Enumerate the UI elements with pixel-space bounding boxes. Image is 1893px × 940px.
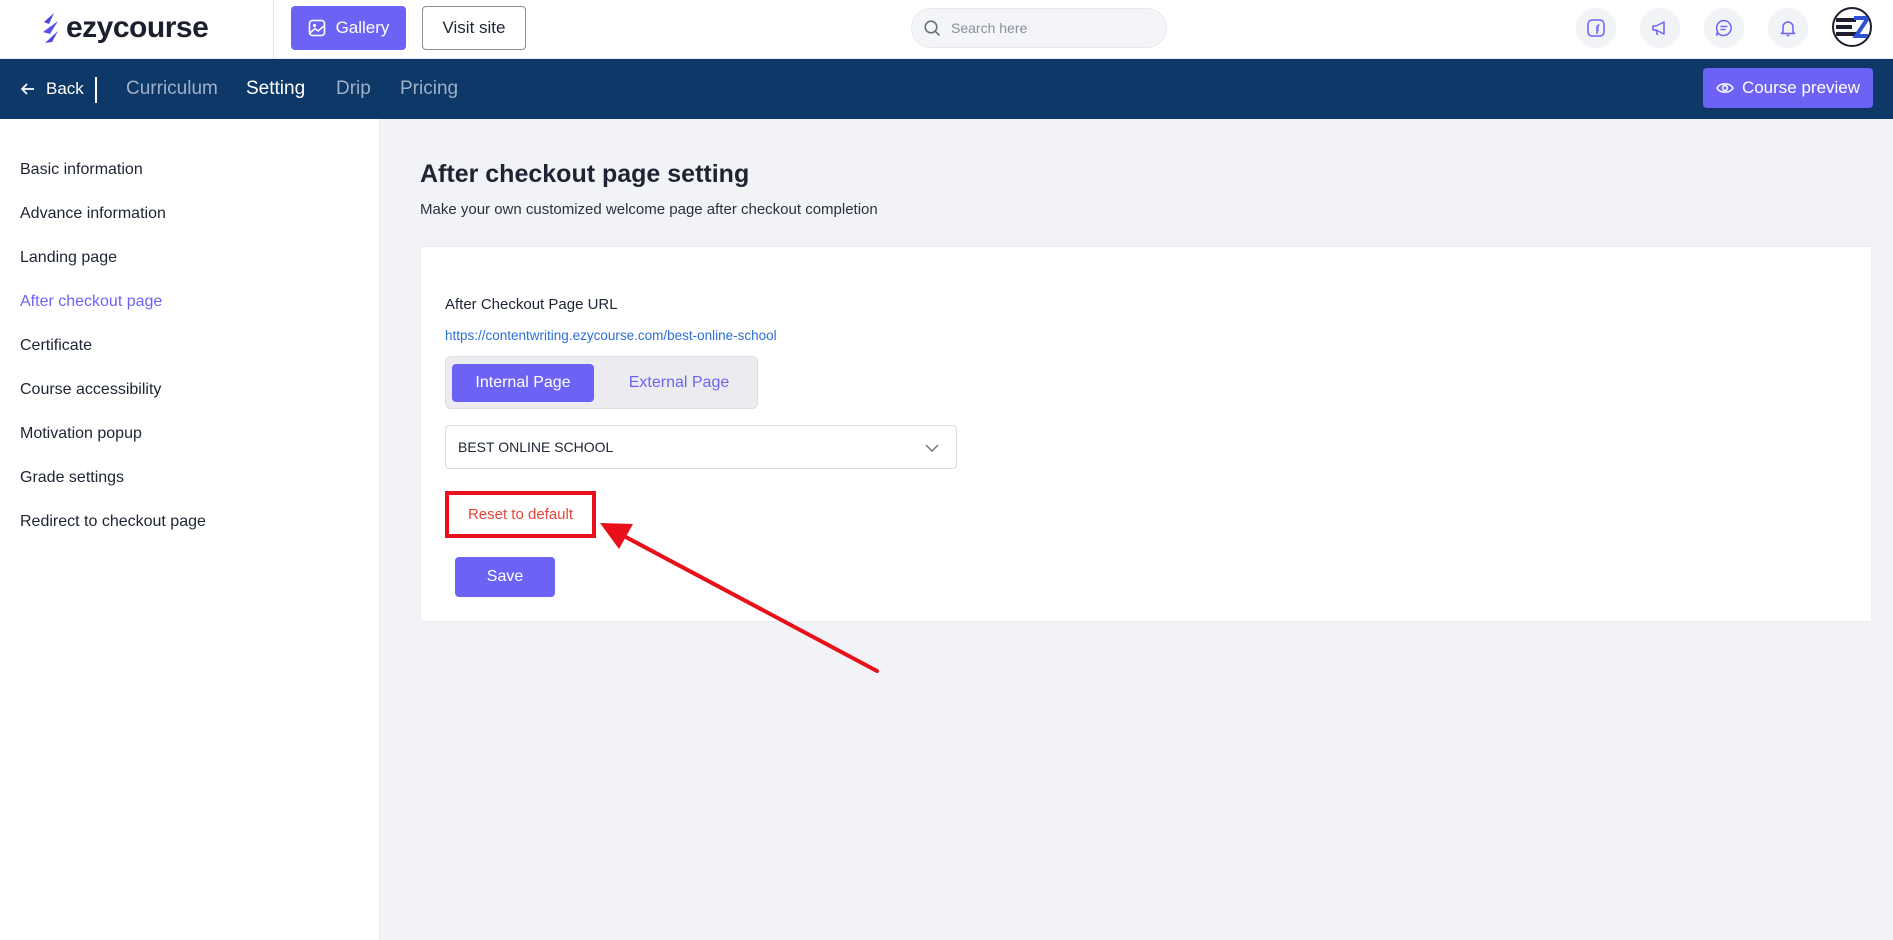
course-preview-button[interactable]: Course preview: [1703, 68, 1873, 108]
gallery-button[interactable]: Gallery: [291, 6, 406, 50]
visit-site-button[interactable]: Visit site: [422, 6, 526, 50]
save-button[interactable]: Save: [455, 557, 555, 597]
external-page-option[interactable]: External Page: [608, 364, 750, 402]
internal-page-option[interactable]: Internal Page: [452, 364, 594, 402]
tab-pricing[interactable]: Pricing: [400, 59, 458, 119]
url-field-label: After Checkout Page URL: [445, 296, 618, 313]
search-icon: [924, 19, 941, 36]
tab-setting[interactable]: Setting: [246, 59, 305, 119]
tab-curriculum[interactable]: Curriculum: [126, 59, 218, 119]
back-button[interactable]: Back: [20, 59, 84, 119]
search-box[interactable]: [911, 8, 1167, 48]
logo[interactable]: ezycourse: [40, 10, 209, 46]
nav-divider: [95, 77, 97, 103]
course-preview-label: Course preview: [1741, 78, 1861, 97]
eye-icon: [1716, 83, 1734, 93]
page-type-toggle: Internal Page External Page: [445, 356, 758, 409]
facebook-button[interactable]: [1576, 8, 1616, 48]
messages-button[interactable]: [1704, 8, 1744, 48]
avatar-logo-icon: [1836, 16, 1870, 38]
page-title: After checkout page setting: [420, 160, 750, 188]
arrow-left-icon: [20, 83, 34, 95]
search-input[interactable]: [951, 20, 1151, 36]
chevron-down-icon: [925, 444, 939, 452]
save-label: Save: [486, 568, 524, 585]
logo-mark-icon: [43, 13, 58, 43]
visit-site-label: Visit site: [442, 18, 506, 37]
settings-sidebar: Basic information Advance information La…: [0, 119, 380, 940]
checkout-url-link[interactable]: https://contentwriting.ezycourse.com/bes…: [445, 328, 777, 343]
bell-icon: [1780, 21, 1796, 37]
reset-label: Reset to default: [467, 506, 574, 523]
avatar[interactable]: [1832, 7, 1872, 47]
megaphone-icon: [1652, 21, 1665, 36]
chat-icon: [1715, 19, 1732, 37]
course-nav-bar: Back Curriculum Setting Drip Pricing Cou…: [0, 59, 1893, 119]
sidebar-item-redirect-to-checkout-page[interactable]: Redirect to checkout page: [20, 513, 206, 531]
gallery-button-label: Gallery: [335, 18, 390, 37]
top-bar: ezycourse Gallery Visit site: [0, 0, 1893, 59]
back-label: Back: [46, 79, 84, 98]
sidebar-item-landing-page[interactable]: Landing page: [20, 249, 117, 267]
page-subtitle: Make your own customized welcome page af…: [420, 201, 878, 218]
sidebar-item-after-checkout-page[interactable]: After checkout page: [20, 293, 162, 311]
notifications-button[interactable]: [1768, 8, 1808, 48]
sidebar-item-motivation-popup[interactable]: Motivation popup: [20, 425, 142, 443]
sidebar-item-grade-settings[interactable]: Grade settings: [20, 469, 124, 487]
sidebar-item-advance-information[interactable]: Advance information: [20, 205, 166, 223]
sidebar-item-basic-information[interactable]: Basic information: [20, 161, 143, 179]
divider: [273, 0, 274, 59]
facebook-icon: [1587, 19, 1605, 37]
tab-drip[interactable]: Drip: [336, 59, 371, 119]
page-select[interactable]: BEST ONLINE SCHOOL: [445, 425, 957, 469]
announcement-button[interactable]: [1640, 8, 1680, 48]
reset-to-default-button[interactable]: Reset to default: [445, 491, 596, 538]
page-select-value: BEST ONLINE SCHOOL: [458, 439, 614, 455]
sidebar-item-certificate[interactable]: Certificate: [20, 337, 92, 355]
gallery-icon: [308, 19, 325, 37]
brand-name: ezycourse: [66, 11, 209, 44]
sidebar-item-course-accessibility[interactable]: Course accessibility: [20, 381, 161, 399]
